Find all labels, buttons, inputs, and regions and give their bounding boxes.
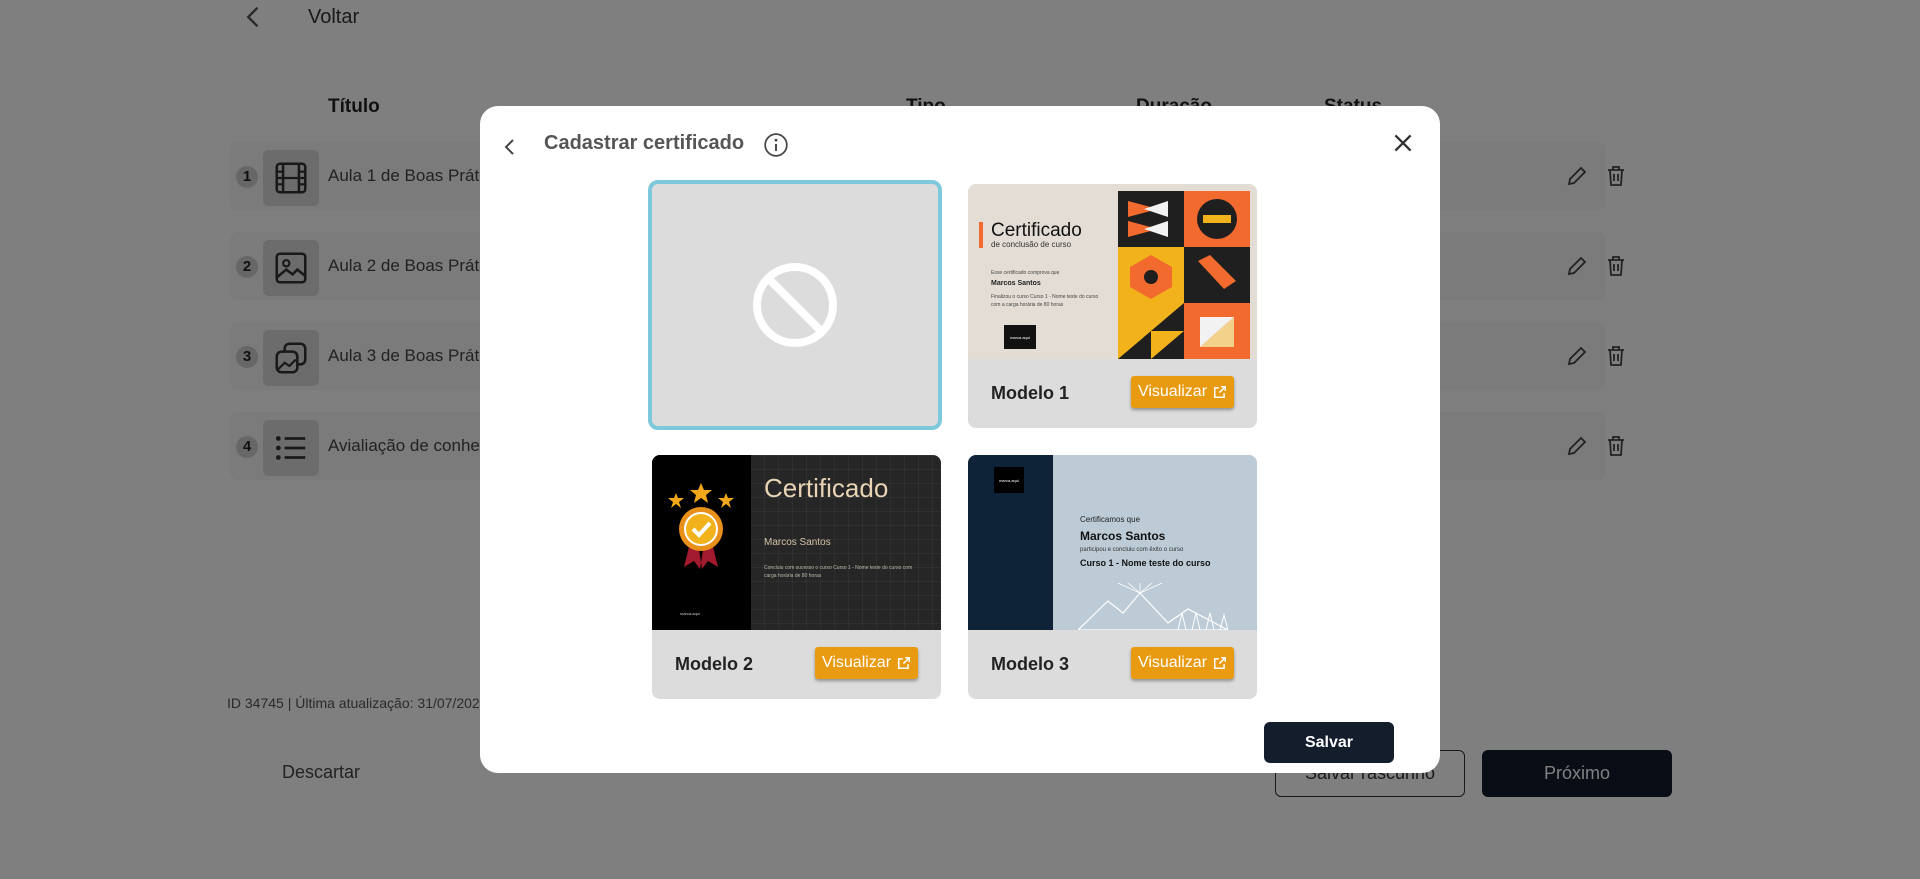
certificate-model-1[interactable]: Certificado de conclusão de curso Esse c…: [968, 184, 1257, 428]
thumb-course: Curso 1 - Nome teste do curso: [1080, 558, 1211, 568]
thumb-person: Marcos Santos: [764, 537, 831, 548]
certificate-model-3[interactable]: marca.aqui Certificamos que Marcos Santo…: [968, 455, 1257, 699]
model-1-preview: Certificado de conclusão de curso Esse c…: [968, 184, 1257, 359]
thumb-title: Certificado: [764, 473, 889, 503]
award-badge-graphic: [668, 483, 734, 569]
geometric-pattern-graphic: [1118, 191, 1250, 359]
model-footer: Modelo 1 Visualizar: [968, 359, 1257, 428]
model-footer: Modelo 2 Visualizar: [652, 630, 941, 699]
modal-title: Cadastrar certificado: [544, 132, 745, 154]
no-certificate-option[interactable]: [648, 180, 942, 430]
thumb-logo: marca.aqui: [680, 611, 700, 616]
thumb-line: Esse certificado comprova que: [991, 270, 1060, 276]
thumb-logo: marca.aqui: [994, 467, 1024, 493]
thumb-line: com a carga horária de 80 horas: [991, 302, 1064, 308]
model-name: Modelo 2: [675, 654, 754, 674]
save-button[interactable]: Salvar: [1264, 722, 1394, 763]
thumb-line: Finalizou o curso Curso 1 - Nome teste d…: [991, 294, 1099, 300]
view-button[interactable]: Visualizar: [815, 647, 918, 679]
certificate-modal: Cadastrar certificado Certificado de con…: [480, 106, 1440, 773]
external-link-icon: [898, 656, 911, 670]
thumb-subtitle: de conclusão de curso: [991, 240, 1072, 249]
thumb-line: Concluiu com sucesso o curso Curso 1 - N…: [764, 565, 913, 579]
thumb-title: Certificado: [991, 220, 1082, 241]
thumb-logo: marca.aqui: [1004, 325, 1036, 349]
model-name: Modelo 3: [991, 654, 1070, 674]
model-footer: Modelo 3 Visualizar: [968, 630, 1257, 699]
prohibited-icon: [753, 263, 837, 347]
view-label: Visualizar: [1137, 654, 1208, 671]
certificate-model-2[interactable]: marca.aqui Certificado Marcos Santos Con…: [652, 455, 941, 699]
model-2-preview: marca.aqui Certificado Marcos Santos Con…: [652, 455, 941, 630]
chevron-left-icon[interactable]: [498, 135, 522, 159]
mountain-landscape-graphic: [1078, 583, 1228, 630]
thumb-line: participou e concluiu com êxito o curso: [1080, 547, 1184, 553]
view-button[interactable]: Visualizar: [1131, 647, 1234, 679]
view-button[interactable]: Visualizar: [1131, 376, 1234, 408]
info-icon[interactable]: [763, 132, 789, 158]
view-label: Visualizar: [821, 654, 892, 671]
external-link-icon: [1214, 385, 1227, 399]
close-icon[interactable]: [1390, 130, 1416, 156]
model-name: Modelo 1: [991, 383, 1070, 403]
view-label: Visualizar: [1137, 383, 1208, 400]
thumb-line: Certificamos que: [1080, 515, 1141, 524]
thumb-person: Marcos Santos: [1080, 529, 1166, 543]
accent-bar: [979, 222, 983, 248]
external-link-icon: [1214, 656, 1227, 670]
model-3-preview: marca.aqui Certificamos que Marcos Santo…: [968, 455, 1257, 630]
thumb-person: Marcos Santos: [991, 280, 1041, 287]
